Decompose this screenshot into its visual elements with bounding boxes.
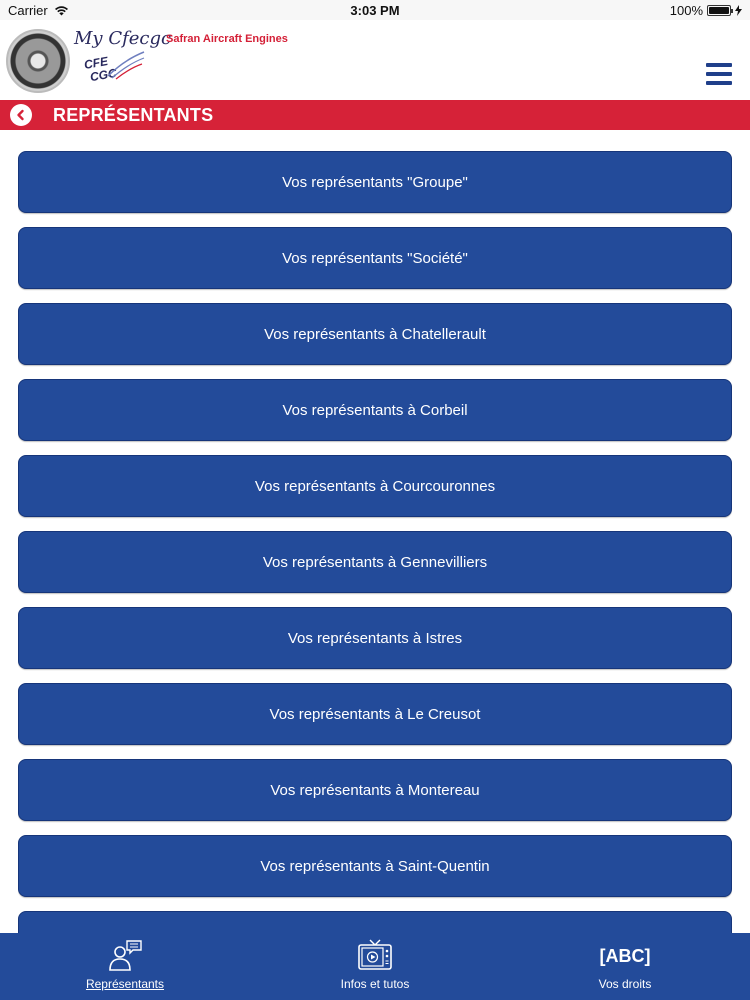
representatives-list-button[interactable]: Vos représentants à Gennevilliers: [18, 531, 732, 593]
brand-subtitle: Safran Aircraft Engines: [166, 33, 288, 45]
app-header: My Cfecgc Safran Aircraft Engines CFE CG…: [0, 20, 750, 100]
status-bar: Carrier 3:03 PM 100%: [0, 0, 750, 20]
representatives-list-button[interactable]: Vos représentants "Société": [18, 227, 732, 289]
battery-icon: [707, 4, 733, 16]
representatives-list-button[interactable]: [18, 911, 732, 933]
page-title: REPRÉSENTANTS: [53, 104, 214, 125]
representatives-list-button[interactable]: Vos représentants à Corbeil: [18, 379, 732, 441]
menu-bar: [706, 63, 732, 67]
representatives-list-button[interactable]: Vos représentants à Istres: [18, 607, 732, 669]
representatives-list-button[interactable]: Vos représentants "Groupe": [18, 151, 732, 213]
logo-swoosh-icon: [107, 51, 145, 80]
hamburger-menu-button[interactable]: [706, 63, 732, 85]
representatives-list: Vos représentants "Groupe" Vos représenta…: [18, 151, 732, 933]
representatives-icon: [105, 939, 145, 973]
video-tv-icon: [355, 939, 395, 973]
representatives-list-button[interactable]: Vos représentants à Montereau: [18, 759, 732, 821]
engine-logo-icon: [6, 29, 70, 93]
tab-representants-label: Représentants: [85, 977, 165, 991]
tab-infos-tutos-label: Infos et tutos: [340, 977, 410, 991]
menu-bar: [706, 81, 732, 85]
representatives-list-button[interactable]: Vos représentants à Le Creusot: [18, 683, 732, 745]
brand-title: My Cfecgc: [74, 28, 172, 49]
abc-icon: [ABC]: [600, 939, 651, 973]
charging-bolt-icon: [735, 4, 742, 16]
battery-fill: [709, 6, 729, 14]
tab-vos-droits-label: Vos droits: [598, 977, 652, 991]
representatives-list-button[interactable]: Vos représentants à Chatellerault: [18, 303, 732, 365]
battery-percent: 100%: [669, 2, 703, 18]
back-button[interactable]: [10, 104, 32, 126]
menu-bar: [706, 72, 732, 76]
tab-vos-droits[interactable]: [ABC] Vos droits: [500, 933, 750, 1000]
status-right: 100%: [670, 3, 742, 18]
title-bar: REPRÉSENTANTS: [0, 100, 750, 130]
tab-infos-tutos[interactable]: Infos et tutos: [250, 933, 500, 1000]
cfe-cgc-logo: CFE CGC: [80, 51, 145, 98]
abc-icon-text: [ABC]: [599, 945, 651, 966]
representatives-list-button[interactable]: Vos représentants à Courcouronnes: [18, 455, 732, 517]
chevron-left-icon: [17, 109, 24, 121]
tab-representants[interactable]: Représentants: [0, 933, 250, 1000]
bottom-tab-bar: Représentants Infos et tutos [ABC] Vos d…: [0, 933, 750, 1000]
representatives-list-button[interactable]: Vos représentants à Saint-Quentin: [18, 835, 732, 897]
status-time: 3:03 PM: [350, 2, 400, 18]
wifi-icon: [54, 5, 68, 15]
status-left: Carrier: [8, 3, 69, 18]
carrier-label: Carrier: [8, 2, 48, 18]
